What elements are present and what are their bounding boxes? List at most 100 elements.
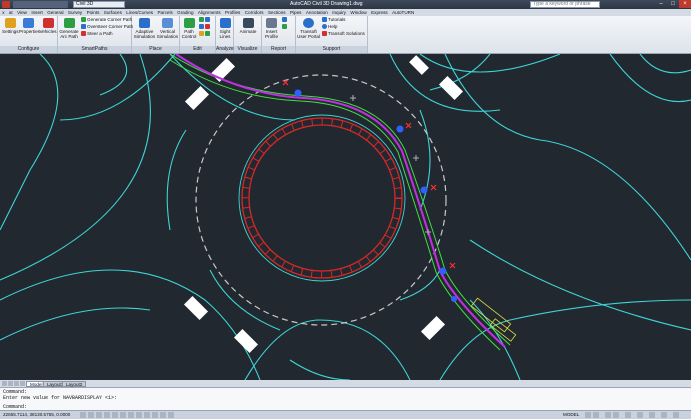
- model-space-toggle[interactable]: MODEL: [563, 412, 579, 418]
- menu-item[interactable]: x: [0, 9, 7, 16]
- command-line[interactable]: Command: Enter new value for NAVBARDISPL…: [0, 387, 691, 411]
- insert-profile-button[interactable]: Insert Profile: [263, 18, 280, 39]
- wrench-icon: [4, 18, 16, 28]
- menu-item-sections[interactable]: Sections: [266, 9, 288, 16]
- panel-support: Transoft User Portal Tutorials Help Tran…: [296, 16, 368, 53]
- menu-item-parcels[interactable]: Parcels: [155, 9, 175, 16]
- properties-icon: [23, 18, 34, 28]
- transoft-user-portal-button[interactable]: Transoft User Portal: [297, 18, 320, 39]
- crosswalk: [210, 57, 236, 83]
- path-control-icon: [183, 18, 195, 28]
- menu-item-inquiry[interactable]: Inquiry: [330, 9, 348, 16]
- workspace-selector[interactable]: Civil 3D: [73, 1, 125, 8]
- quick-access-toolbar[interactable]: [13, 1, 68, 8]
- otrack-icon[interactable]: [120, 412, 126, 418]
- edit-tool-3[interactable]: [199, 31, 211, 37]
- snap-icon[interactable]: [80, 412, 86, 418]
- properties-button[interactable]: Properties: [19, 18, 40, 34]
- menu-bar: x at View Insert General Survey Points S…: [0, 9, 691, 16]
- quick-view-drawings-icon[interactable]: [593, 412, 599, 418]
- vehicles-button[interactable]: Vehicles: [39, 18, 57, 34]
- animate-button[interactable]: Animate: [235, 18, 261, 34]
- lock-icon[interactable]: [637, 412, 643, 418]
- minimize-icon[interactable]: –: [655, 0, 667, 8]
- close-icon[interactable]: ×: [679, 0, 691, 8]
- maximize-icon[interactable]: □: [667, 0, 679, 8]
- osnap-icon[interactable]: [112, 412, 118, 418]
- road-edge: [0, 307, 151, 341]
- annotation-scale-icon[interactable]: [605, 412, 611, 418]
- menu-item-pipes[interactable]: Pipes: [288, 9, 304, 16]
- menu-item[interactable]: at: [7, 9, 15, 16]
- steer-a-path-button[interactable]: Steer a Path: [81, 31, 113, 37]
- quick-properties-icon[interactable]: [160, 412, 166, 418]
- panel-report: Insert Profile Report: [262, 16, 296, 53]
- workspace-switching-icon[interactable]: [625, 412, 631, 418]
- ortho-icon[interactable]: [96, 412, 102, 418]
- menu-item-profiles[interactable]: Profiles: [223, 9, 243, 16]
- panel-title: Visualize: [234, 46, 261, 53]
- arc-path-icon: [63, 18, 75, 28]
- edit-tool-2[interactable]: [199, 24, 211, 30]
- dyn-icon[interactable]: [136, 412, 142, 418]
- road-edge: [444, 53, 691, 261]
- transparency-icon[interactable]: [152, 412, 158, 418]
- panel-title: Edit: [180, 46, 215, 53]
- road-edge: [244, 319, 411, 381]
- tutorials-button[interactable]: Tutorials: [322, 17, 345, 23]
- menu-item-corridors[interactable]: Corridors: [243, 9, 266, 16]
- help-icon: [322, 24, 327, 29]
- ducs-icon[interactable]: [128, 412, 134, 418]
- isolate-objects-icon[interactable]: [661, 412, 667, 418]
- menu-item-general[interactable]: General: [45, 9, 66, 16]
- apron-edge: [238, 114, 406, 282]
- menu-item-view[interactable]: View: [15, 9, 29, 16]
- menu-item-window[interactable]: Window: [348, 9, 369, 16]
- menu-item-express[interactable]: Express: [369, 9, 390, 16]
- annotation-visibility-icon[interactable]: [613, 412, 619, 418]
- sight-lines-button[interactable]: Sight Lines: [217, 18, 233, 39]
- selection-cycling-icon[interactable]: [168, 412, 174, 418]
- drawing-canvas[interactable]: [0, 53, 691, 381]
- plus-mark: [413, 155, 419, 161]
- central-island-hatch: [242, 118, 402, 278]
- tab-first-icon[interactable]: [2, 381, 7, 386]
- road-edge: [169, 53, 296, 121]
- grid-icon[interactable]: [88, 412, 94, 418]
- polar-icon[interactable]: [104, 412, 110, 418]
- menu-item-survey[interactable]: Survey: [66, 9, 85, 16]
- menu-item-grading[interactable]: Grading: [175, 9, 196, 16]
- help-button[interactable]: Help: [322, 24, 337, 30]
- quick-view-layouts-icon[interactable]: [585, 412, 591, 418]
- adaptive-simulation-button[interactable]: Adaptive Simulation: [133, 18, 156, 39]
- menu-item-annotation[interactable]: Annotation: [304, 9, 330, 16]
- transoft-solutions-button[interactable]: Transoft Solutions: [322, 31, 365, 37]
- menu-item-lines-curves[interactable]: Lines/Curves: [124, 9, 155, 16]
- report-tool-1[interactable]: [282, 17, 288, 23]
- menu-item-insert[interactable]: Insert: [29, 9, 45, 16]
- path-control-button[interactable]: Path Control: [181, 18, 197, 39]
- lineweight-icon[interactable]: [144, 412, 150, 418]
- generate-arc-path-button[interactable]: Generate Arc Path: [59, 18, 79, 39]
- clean-screen-icon[interactable]: [673, 412, 679, 418]
- search-input[interactable]: Type a keyword or phrase: [530, 1, 600, 8]
- menu-item-surfaces[interactable]: Surfaces: [102, 9, 125, 16]
- tab-last-icon[interactable]: [20, 381, 25, 386]
- tab-next-icon[interactable]: [14, 381, 19, 386]
- hardware-acceleration-icon[interactable]: [649, 412, 655, 418]
- generate-corner-path-button[interactable]: Generate Corner Path: [81, 17, 132, 23]
- menu-item-autoturn[interactable]: AutoTURN: [390, 9, 417, 16]
- panel-title: Report: [262, 46, 295, 53]
- menu-item-alignments[interactable]: Alignments: [196, 9, 223, 16]
- steer-icon: [81, 31, 86, 36]
- road-edge: [99, 53, 128, 96]
- vertical-simulation-button[interactable]: Vertical Simulation: [156, 18, 179, 39]
- settings-button[interactable]: Settings: [2, 18, 19, 34]
- menu-item-points[interactable]: Points: [84, 9, 101, 16]
- report-tool-2[interactable]: [282, 24, 288, 30]
- application-menu-button[interactable]: [2, 1, 10, 8]
- edit-tool-1[interactable]: [199, 17, 211, 23]
- tab-prev-icon[interactable]: [8, 381, 13, 386]
- crosswalk: [233, 328, 259, 354]
- oversteer-corner-path-button[interactable]: Oversteer Corner Path: [81, 24, 133, 30]
